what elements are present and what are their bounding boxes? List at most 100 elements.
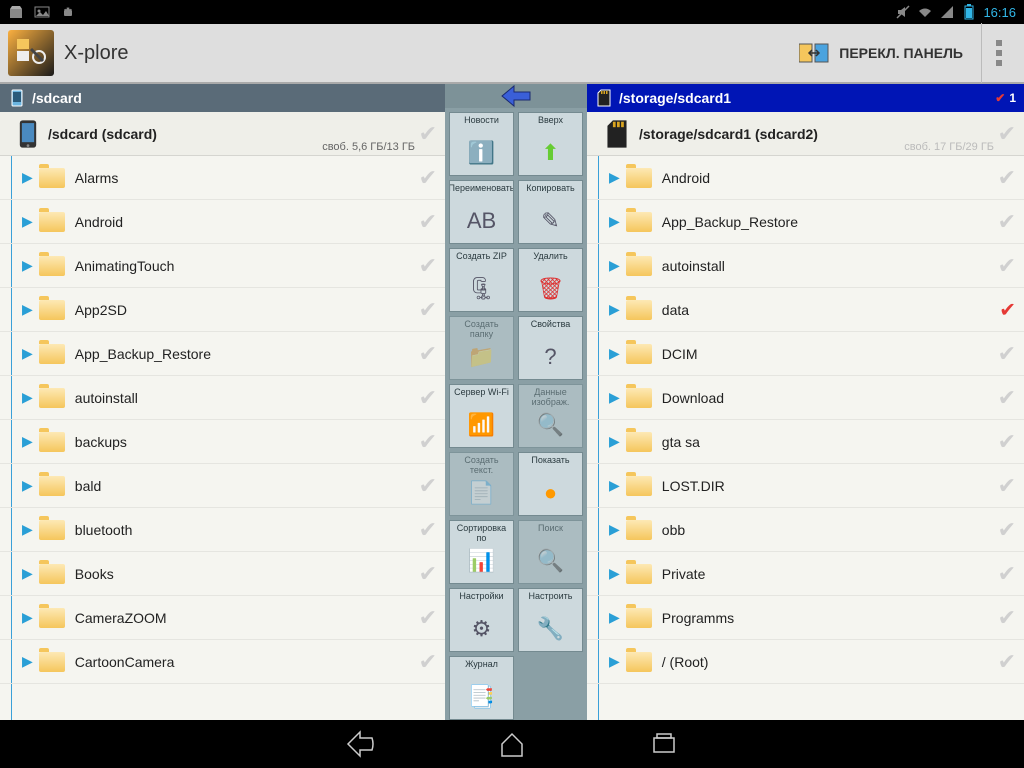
left-items: ▶Alarms✔▶Android✔▶AnimatingTouch✔▶App2SD… <box>0 156 445 720</box>
folder-icon <box>626 388 652 408</box>
item-label: DCIM <box>662 346 698 362</box>
right-item-4[interactable]: ▶DCIM✔ <box>587 332 1024 376</box>
tool-16[interactable]: Журнал📑 <box>449 656 514 720</box>
pane-left-header[interactable]: /sdcard <box>0 84 445 112</box>
right-item-10[interactable]: ▶Programms✔ <box>587 596 1024 640</box>
right-item-2[interactable]: ▶autoinstall✔ <box>587 244 1024 288</box>
check-icon: ✔ <box>998 165 1016 191</box>
tool-3[interactable]: Копировать✎ <box>518 180 583 244</box>
expand-arrow-icon: ▶ <box>22 301 33 318</box>
tool-11[interactable]: Показать● <box>518 452 583 516</box>
right-item-0[interactable]: ▶Android✔ <box>587 156 1024 200</box>
panel-switch-icon <box>799 42 829 64</box>
right-item-11[interactable]: ▶/ (Root)✔ <box>587 640 1024 684</box>
pane-right-path: /storage/sdcard1 <box>619 90 731 106</box>
tool-15[interactable]: Настроить🔧 <box>518 588 583 652</box>
tool-14[interactable]: Настройки⚙ <box>449 588 514 652</box>
recent-button[interactable] <box>648 728 680 760</box>
picture-icon <box>34 4 50 20</box>
check-icon: ✔ <box>419 209 437 235</box>
tool-label: Вверх <box>536 115 565 135</box>
left-item-2[interactable]: ▶AnimatingTouch✔ <box>0 244 445 288</box>
tool-icon: 📊 <box>466 545 498 577</box>
left-item-6[interactable]: ▶backups✔ <box>0 420 445 464</box>
right-item-3[interactable]: ▶data✔ <box>587 288 1024 332</box>
check-icon: ✔ <box>419 605 437 631</box>
right-item-9[interactable]: ▶Private✔ <box>587 552 1024 596</box>
storage-row-left[interactable]: /sdcard (sdcard) своб. 5,6 ГБ/13 ГБ ✔ <box>0 112 445 156</box>
expand-arrow-icon: ▶ <box>609 521 620 538</box>
tool-icon: 🔧 <box>535 613 567 645</box>
right-item-8[interactable]: ▶obb✔ <box>587 508 1024 552</box>
item-label: bluetooth <box>75 522 133 538</box>
check-icon: ✔ <box>419 473 437 499</box>
storage-row-right[interactable]: /storage/sdcard1 (sdcard2) своб. 17 ГБ/2… <box>587 112 1024 156</box>
right-item-1[interactable]: ▶App_Backup_Restore✔ <box>587 200 1024 244</box>
left-item-8[interactable]: ▶bluetooth✔ <box>0 508 445 552</box>
folder-icon <box>626 520 652 540</box>
item-label: gta sa <box>662 434 700 450</box>
tool-icon: 🔍 <box>535 545 567 577</box>
sd-card-icon <box>595 89 613 107</box>
android-icon <box>60 4 76 20</box>
left-item-7[interactable]: ▶bald✔ <box>0 464 445 508</box>
folder-icon <box>626 256 652 276</box>
item-label: CartoonCamera <box>75 654 175 670</box>
left-item-0[interactable]: ▶Alarms✔ <box>0 156 445 200</box>
expand-arrow-icon: ▶ <box>22 521 33 538</box>
tool-icon: 📁 <box>466 341 498 373</box>
left-item-5[interactable]: ▶autoinstall✔ <box>0 376 445 420</box>
shop-icon <box>8 4 24 20</box>
left-item-4[interactable]: ▶App_Backup_Restore✔ <box>0 332 445 376</box>
overflow-menu-button[interactable] <box>982 40 1016 66</box>
tool-0[interactable]: Новостиℹ️ <box>449 112 514 176</box>
item-label: backups <box>75 434 127 450</box>
expand-arrow-icon: ▶ <box>22 257 33 274</box>
home-button[interactable] <box>496 728 528 760</box>
check-icon: ✔ <box>419 385 437 411</box>
check-icon: ✔ <box>999 297 1016 322</box>
left-item-1[interactable]: ▶Android✔ <box>0 200 445 244</box>
tool-10: Создать текст.📄 <box>449 452 514 516</box>
expand-arrow-icon: ▶ <box>609 213 620 230</box>
item-label: obb <box>662 522 685 538</box>
tool-7[interactable]: Свойства? <box>518 316 583 380</box>
tool-4[interactable]: Создать ZIP🗜 <box>449 248 514 312</box>
pane-right-header[interactable]: /storage/sdcard1 ✔1 <box>587 84 1024 112</box>
tool-icon: AB <box>466 205 498 237</box>
right-item-7[interactable]: ▶LOST.DIR✔ <box>587 464 1024 508</box>
tool-label: Создать ZIP <box>454 251 509 271</box>
check-icon: ✔ <box>419 297 437 323</box>
tool-icon: 🔍 <box>535 409 567 441</box>
expand-arrow-icon: ▶ <box>22 433 33 450</box>
back-button[interactable] <box>344 728 376 760</box>
tool-5[interactable]: Удалить🗑 <box>518 248 583 312</box>
left-item-10[interactable]: ▶CameraZOOM✔ <box>0 596 445 640</box>
tool-strip: Новостиℹ️Вверх⬆ПереименоватьABКопировать… <box>445 84 587 720</box>
left-item-9[interactable]: ▶Books✔ <box>0 552 445 596</box>
tool-1[interactable]: Вверх⬆ <box>518 112 583 176</box>
folder-icon <box>39 520 65 540</box>
check-icon: ✔ <box>419 121 437 147</box>
expand-arrow-icon: ▶ <box>609 653 620 670</box>
left-item-3[interactable]: ▶App2SD✔ <box>0 288 445 332</box>
item-label: Alarms <box>75 170 119 186</box>
sound-off-icon <box>895 4 911 20</box>
tool-label: Показать <box>529 455 571 475</box>
tool-2[interactable]: ПереименоватьAB <box>449 180 514 244</box>
folder-icon <box>39 652 65 672</box>
expand-arrow-icon: ▶ <box>609 345 620 362</box>
tool-12[interactable]: Сортировка по📊 <box>449 520 514 584</box>
left-item-11[interactable]: ▶CartoonCamera✔ <box>0 640 445 684</box>
right-item-6[interactable]: ▶gta sa✔ <box>587 420 1024 464</box>
right-item-5[interactable]: ▶Download✔ <box>587 376 1024 420</box>
item-label: autoinstall <box>75 390 138 406</box>
tool-8[interactable]: Сервер Wi-Fi📶 <box>449 384 514 448</box>
item-label: data <box>662 302 689 318</box>
tool-icon: ● <box>535 477 567 509</box>
tool-label: Создать текст. <box>450 455 513 475</box>
direction-arrow[interactable] <box>445 84 587 108</box>
panel-switch-button[interactable]: ПЕРЕКЛ. ПАНЕЛЬ <box>799 23 982 83</box>
tool-icon: ⚙ <box>466 613 498 645</box>
folder-icon <box>626 300 652 320</box>
